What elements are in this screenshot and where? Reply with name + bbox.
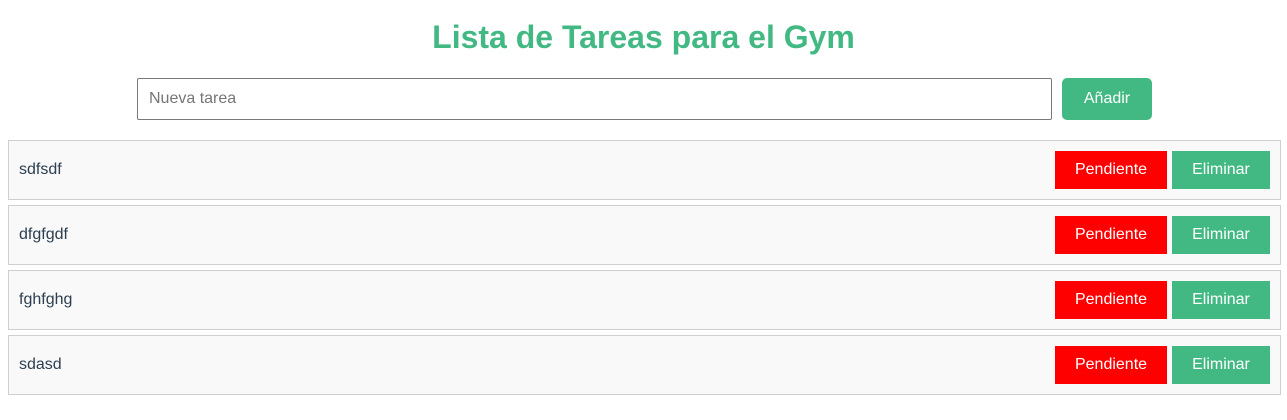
task-text: sdasd	[19, 356, 62, 373]
task-list: sdfsdf Pendiente Eliminar dfgfgdf Pendie…	[8, 140, 1281, 400]
task-row: fghfghg Pendiente Eliminar	[8, 270, 1281, 330]
task-row: sdasd Pendiente Eliminar	[8, 335, 1281, 395]
status-button[interactable]: Pendiente	[1055, 281, 1167, 319]
page-title: Lista de Tareas para el Gym	[432, 19, 855, 55]
delete-button[interactable]: Eliminar	[1172, 216, 1270, 254]
task-row: dfgfgdf Pendiente Eliminar	[8, 205, 1281, 265]
task-text: fghfghg	[19, 291, 73, 308]
status-button[interactable]: Pendiente	[1055, 216, 1167, 254]
task-row: sdfsdf Pendiente Eliminar	[8, 140, 1281, 200]
status-button[interactable]: Pendiente	[1055, 151, 1167, 189]
task-actions: Pendiente Eliminar	[1055, 346, 1270, 384]
add-task-button[interactable]: Añadir	[1062, 78, 1152, 120]
delete-button[interactable]: Eliminar	[1172, 151, 1270, 189]
task-text: dfgfgdf	[19, 226, 68, 243]
task-text: sdfsdf	[19, 161, 62, 178]
task-actions: Pendiente Eliminar	[1055, 151, 1270, 189]
new-task-input[interactable]	[137, 78, 1052, 120]
task-actions: Pendiente Eliminar	[1055, 281, 1270, 319]
new-task-form: Añadir	[137, 78, 1152, 120]
todo-app: Lista de Tareas para el Gym Añadir sdfsd…	[0, 0, 1287, 420]
task-actions: Pendiente Eliminar	[1055, 216, 1270, 254]
delete-button[interactable]: Eliminar	[1172, 281, 1270, 319]
status-button[interactable]: Pendiente	[1055, 346, 1167, 384]
delete-button[interactable]: Eliminar	[1172, 346, 1270, 384]
